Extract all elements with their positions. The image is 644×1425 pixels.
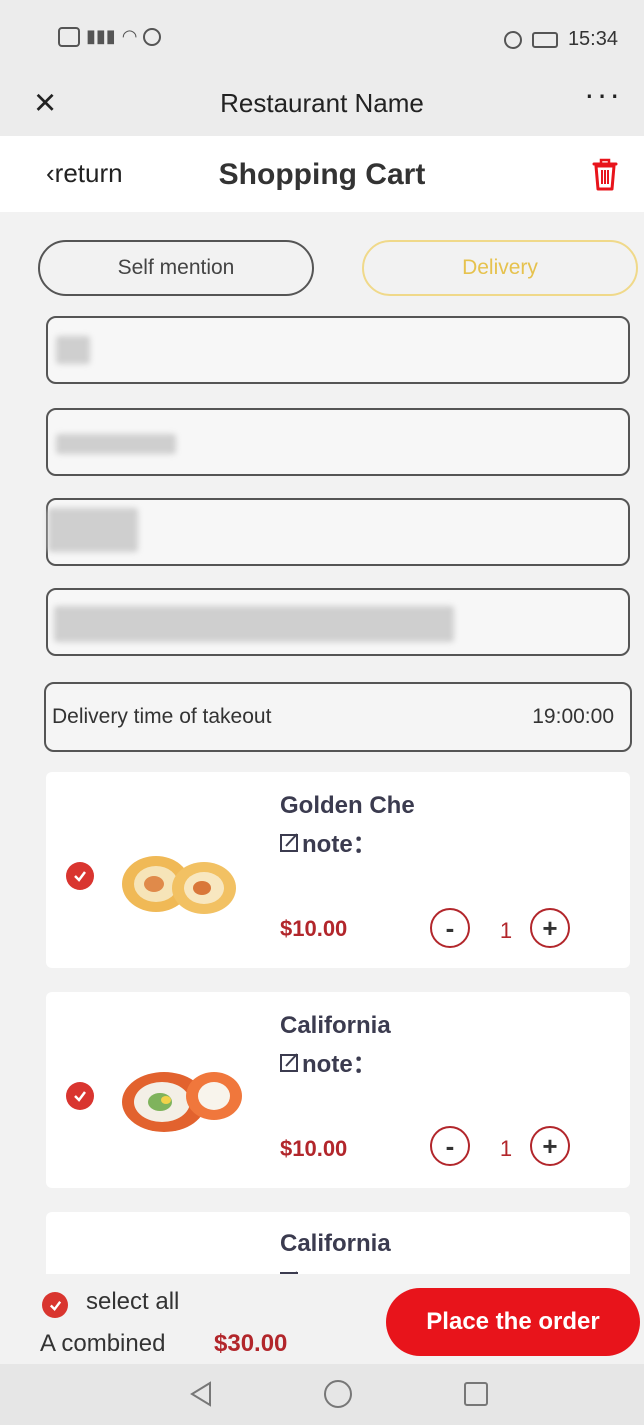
increase-quantity-button[interactable]: +: [530, 1126, 570, 1166]
trash-icon[interactable]: [590, 156, 620, 192]
select-all-checkbox[interactable]: [42, 1292, 68, 1318]
home-circle-icon[interactable]: [324, 1380, 352, 1408]
edit-icon: [280, 1052, 298, 1072]
hotspot-icon: [143, 27, 162, 46]
delivery-time-picker[interactable]: Delivery time of takeout 19:00:00: [44, 682, 632, 752]
item-checked-icon[interactable]: [66, 1082, 94, 1110]
item-note[interactable]: note：: [280, 824, 377, 859]
sushi-roll-image: [122, 856, 236, 914]
item-name: Golden Che: [280, 792, 415, 819]
note-label: note：: [302, 1051, 377, 1078]
recent-apps-icon[interactable]: [464, 1382, 488, 1406]
more-icon[interactable]: ···: [584, 76, 622, 113]
place-order-button[interactable]: Place the order: [386, 1288, 640, 1356]
redacted-value: [56, 434, 176, 454]
item-note[interactable]: note：: [280, 1044, 377, 1079]
item-name: California: [280, 1012, 391, 1039]
cart-footer: select all A combined $30.00 Place the o…: [0, 1274, 644, 1364]
delivery-time-value: 19:00:00: [532, 705, 614, 728]
decrease-quantity-button[interactable]: -: [430, 1126, 470, 1166]
redacted-value: [48, 508, 138, 552]
redacted-value: [56, 336, 90, 364]
edit-icon: [280, 832, 298, 852]
increase-quantity-button[interactable]: +: [530, 908, 570, 948]
name-field[interactable]: [46, 316, 630, 384]
combined-total: $30.00: [214, 1330, 288, 1357]
title-bar: × Restaurant Name ···: [0, 70, 644, 136]
cart-item: Golden Che note： $10.00 - 1 +: [46, 772, 630, 968]
back-triangle-icon[interactable]: [188, 1380, 214, 1408]
item-checked-icon[interactable]: [66, 862, 94, 890]
decrease-quantity-button[interactable]: -: [430, 908, 470, 948]
phone-field[interactable]: [46, 408, 630, 476]
item-price: $10.00: [280, 916, 348, 941]
california-roll-image: [122, 1072, 242, 1132]
system-nav-bar: [0, 1364, 644, 1425]
page-title: Shopping Cart: [218, 158, 426, 191]
address-detail-field[interactable]: [46, 588, 630, 656]
signal-icon: ▮▮▮: [86, 26, 116, 46]
wifi-icon: ◠: [121, 26, 138, 46]
status-icons-right: 15:34: [503, 28, 618, 51]
cart-header: ‹return Shopping Cart: [0, 136, 644, 212]
note-label: note：: [302, 831, 377, 858]
item-quantity: 1: [499, 918, 513, 943]
status-icons-left: ▮▮▮ ◠: [58, 26, 162, 47]
address-field[interactable]: [46, 498, 630, 566]
select-all-label[interactable]: select all: [86, 1288, 179, 1316]
hd-icon: [58, 26, 80, 47]
status-time: 15:34: [567, 28, 618, 50]
battery-icon: [531, 31, 558, 48]
cart-item: California note： $10.00 - 1 +: [46, 992, 630, 1188]
item-name: California: [280, 1230, 391, 1257]
item-quantity: 1: [499, 1136, 513, 1161]
delivery-button[interactable]: Delivery: [362, 240, 638, 296]
restaurant-name: Restaurant Name: [220, 88, 424, 118]
speed-icon: [503, 30, 522, 49]
self-mention-button[interactable]: Self mention: [38, 240, 314, 296]
combined-label: A combined: [40, 1330, 166, 1357]
redacted-value: [54, 606, 454, 642]
delivery-time-label: Delivery time of takeout: [52, 705, 272, 728]
item-price: $10.00: [280, 1136, 348, 1161]
